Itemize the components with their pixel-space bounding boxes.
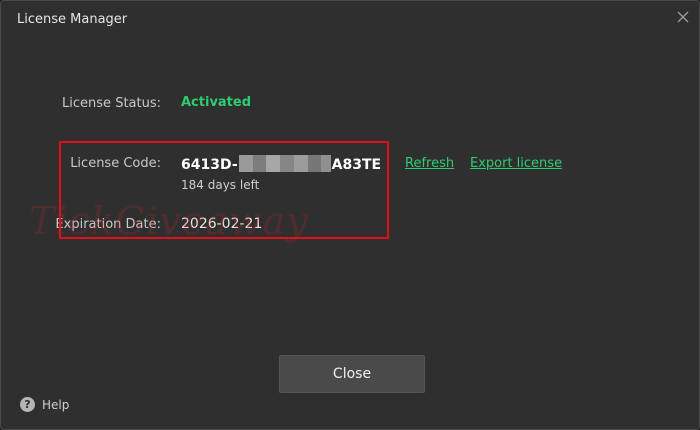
help-label: Help xyxy=(42,397,70,412)
license-manager-dialog: License Manager License Status: Activate… xyxy=(0,0,700,430)
close-icon[interactable] xyxy=(675,9,691,25)
help-button[interactable]: ? Help xyxy=(20,397,69,412)
refresh-link[interactable]: Refresh xyxy=(405,156,454,171)
export-license-link[interactable]: Export license xyxy=(470,156,562,171)
license-status-value: Activated xyxy=(181,95,252,110)
license-status-label: License Status: xyxy=(62,96,161,111)
question-icon: ? xyxy=(20,397,35,412)
close-button[interactable]: Close xyxy=(279,355,425,393)
window-title: License Manager xyxy=(17,12,128,27)
highlight-box xyxy=(59,141,389,239)
